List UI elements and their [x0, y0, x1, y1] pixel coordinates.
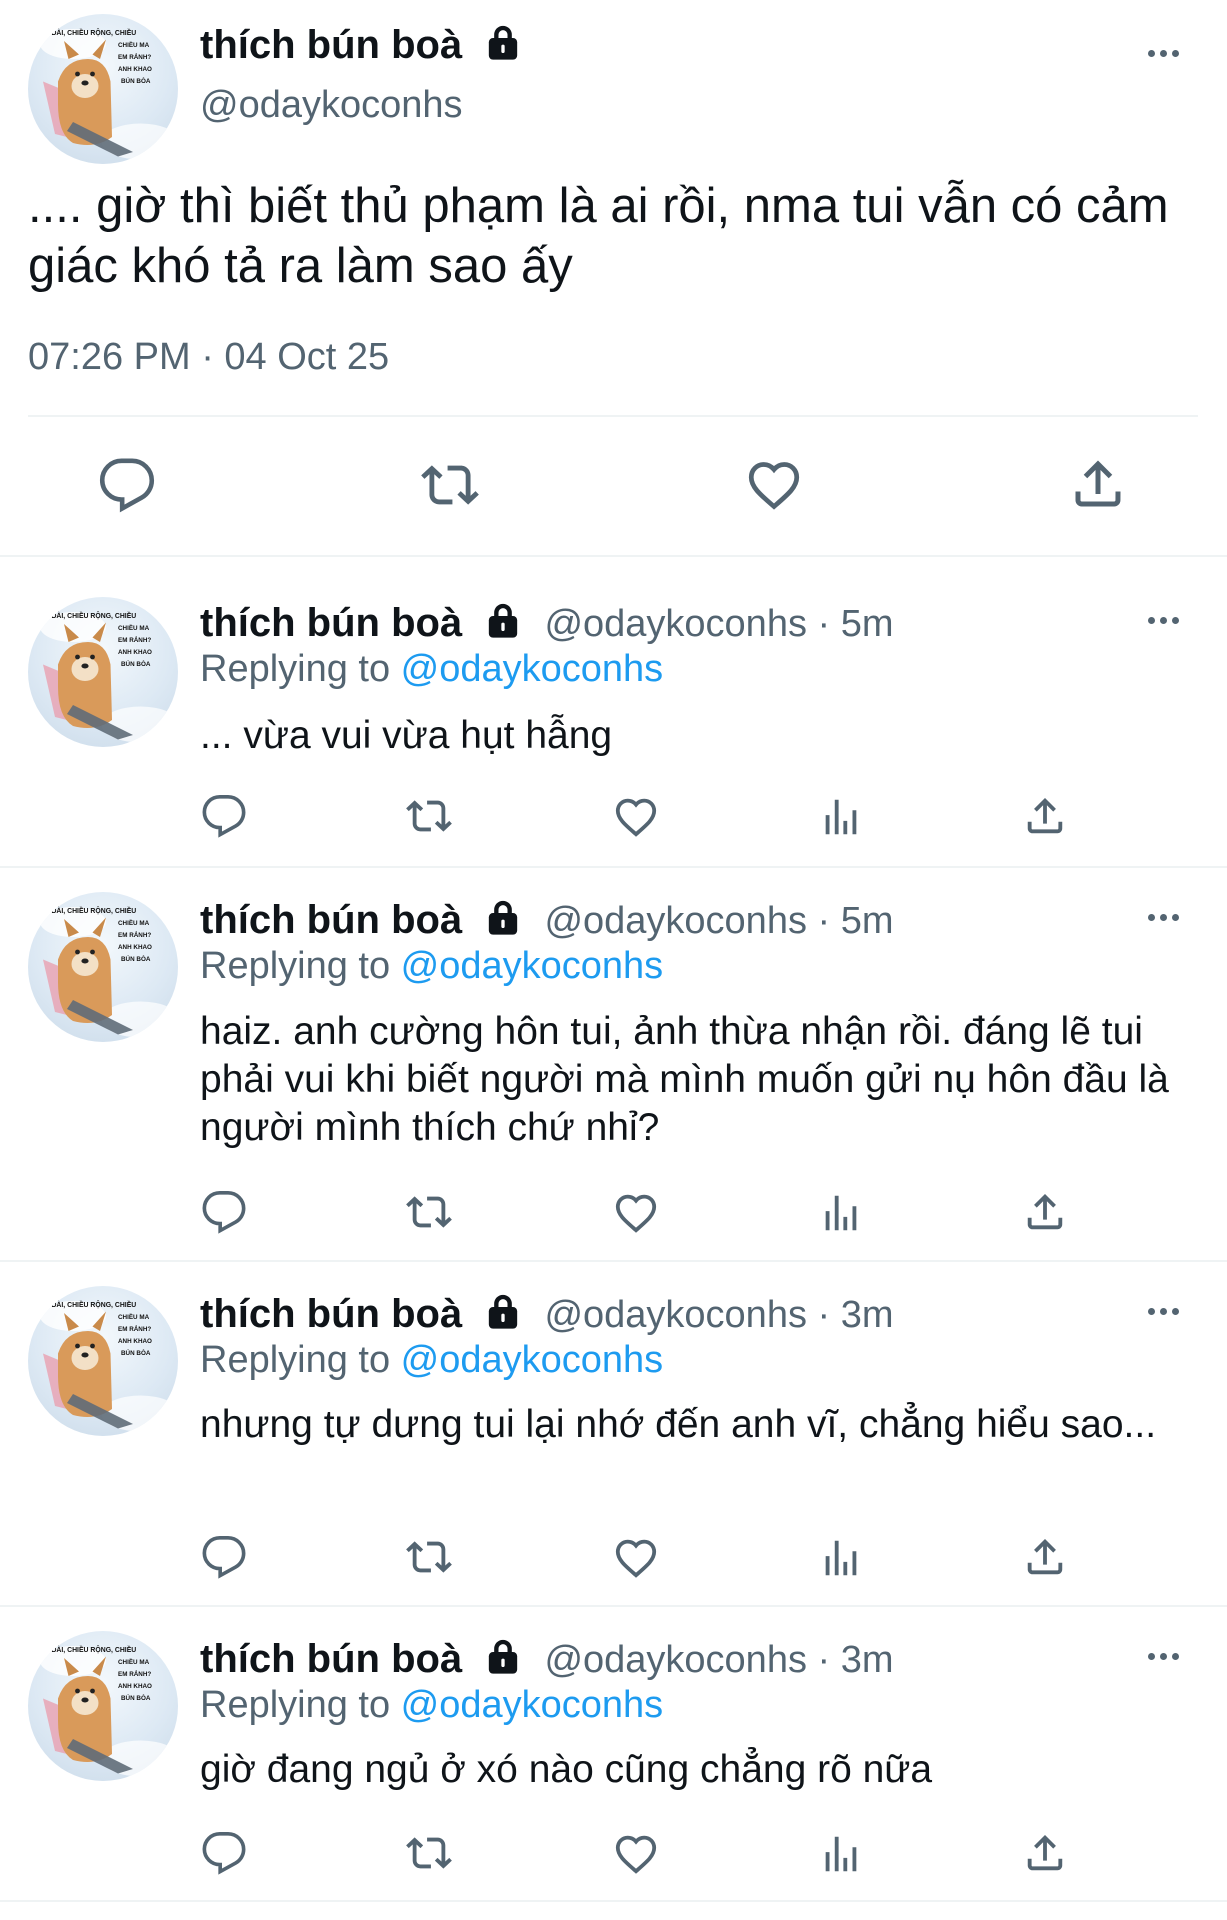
reply-icon [201, 1830, 247, 1876]
replying-to-link[interactable]: @odaykoconhs [401, 945, 664, 987]
like-button[interactable] [744, 455, 804, 515]
heart-icon [612, 1189, 660, 1237]
retweet-icon [403, 1830, 455, 1876]
reply-button[interactable] [201, 1534, 247, 1580]
reply-icon [201, 1189, 247, 1235]
share-button[interactable] [1022, 1189, 1068, 1235]
heart-icon [612, 1534, 660, 1582]
divider [0, 1605, 1227, 1607]
tweet-timestamp[interactable]: 07:26 PM · 04 Oct 25 [28, 334, 389, 380]
heart-icon [744, 455, 804, 515]
handle-time: @odaykoconhs · 3m [544, 1639, 894, 1681]
retweet-button[interactable] [418, 456, 482, 514]
display-name[interactable]: thích bún boà @odaykoconhs · 3m [200, 1289, 894, 1340]
lock-icon [483, 898, 523, 938]
analytics-icon [818, 1190, 864, 1236]
reply-button[interactable] [201, 793, 247, 839]
divider [0, 1260, 1227, 1262]
heart-icon [612, 1830, 660, 1878]
lock-icon [483, 1637, 523, 1677]
handle-time: @odaykoconhs · 5m [544, 603, 894, 645]
like-button[interactable] [612, 1830, 660, 1878]
like-button[interactable] [612, 1189, 660, 1237]
reply-icon [98, 456, 156, 514]
more-icon[interactable] [1148, 50, 1179, 57]
avatar-image [28, 892, 178, 1042]
more-icon[interactable] [1148, 914, 1179, 921]
share-icon [1022, 1189, 1068, 1235]
heart-icon [612, 793, 660, 841]
avatar-image [28, 1631, 178, 1781]
avatar-image [28, 597, 178, 747]
divider [0, 1900, 1227, 1902]
replying-to: Replying to @odaykoconhs [200, 1339, 664, 1381]
avatar-image [28, 14, 178, 164]
replying-to: Replying to @odaykoconhs [200, 1684, 664, 1726]
views-button[interactable] [818, 1535, 864, 1581]
avatar[interactable] [28, 14, 178, 164]
lock-icon [483, 1292, 523, 1332]
avatar-image [28, 1286, 178, 1436]
display-name[interactable]: thích bún boà @odaykoconhs · 3m [200, 1634, 894, 1685]
divider [0, 866, 1227, 868]
share-button[interactable] [1022, 1534, 1068, 1580]
views-button[interactable] [818, 794, 864, 840]
replying-to-link[interactable]: @odaykoconhs [401, 1684, 664, 1726]
reply-icon [201, 1534, 247, 1580]
share-icon [1022, 1830, 1068, 1876]
reply-button[interactable] [98, 456, 156, 514]
share-button[interactable] [1022, 1830, 1068, 1876]
retweet-button[interactable] [403, 793, 455, 839]
display-name[interactable]: thích bún boà @odaykoconhs · 5m [200, 598, 894, 649]
tweet-text: nhưng tự dưng tui lại nhớ đến anh vĩ, ch… [200, 1403, 1157, 1446]
handle-time: @odaykoconhs · 5m [544, 900, 894, 942]
like-button[interactable] [612, 793, 660, 841]
display-name[interactable]: thích bún boà @odaykoconhs · 5m [200, 895, 894, 946]
reply-icon [201, 793, 247, 839]
retweet-icon [403, 1534, 455, 1580]
share-icon [1022, 1534, 1068, 1580]
avatar[interactable] [28, 1631, 178, 1781]
analytics-icon [818, 1535, 864, 1581]
replying-to: Replying to @odaykoconhs [200, 648, 664, 690]
display-name[interactable]: thích bún boà [200, 20, 523, 70]
divider [0, 555, 1227, 557]
more-icon[interactable] [1148, 1653, 1179, 1660]
more-icon[interactable] [1148, 617, 1179, 624]
replying-to-link[interactable]: @odaykoconhs [401, 648, 664, 690]
divider [28, 415, 1198, 417]
retweet-button[interactable] [403, 1534, 455, 1580]
retweet-icon [418, 456, 482, 514]
reply-button[interactable] [201, 1830, 247, 1876]
share-button[interactable] [1022, 793, 1068, 839]
tweet-text: haiz. anh cường hôn tui, ảnh thừa nhận r… [200, 1010, 1180, 1149]
share-button[interactable] [1068, 454, 1128, 514]
avatar[interactable] [28, 892, 178, 1042]
retweet-icon [403, 793, 455, 839]
analytics-icon [818, 794, 864, 840]
handle-time: @odaykoconhs · 3m [544, 1294, 894, 1336]
avatar[interactable] [28, 1286, 178, 1436]
retweet-button[interactable] [403, 1189, 455, 1235]
handle[interactable]: @odaykoconhs [200, 82, 463, 128]
views-button[interactable] [818, 1190, 864, 1236]
tweet-text: giờ đang ngủ ở xó nào cũng chẳng rõ nữa [200, 1748, 933, 1791]
lock-icon [483, 601, 523, 641]
views-button[interactable] [818, 1831, 864, 1877]
retweet-icon [403, 1189, 455, 1235]
reply-button[interactable] [201, 1189, 247, 1235]
retweet-button[interactable] [403, 1830, 455, 1876]
analytics-icon [818, 1831, 864, 1877]
share-icon [1022, 793, 1068, 839]
tweet-text: .... giờ thì biết thủ phạm là ai rồi, nm… [28, 179, 1183, 293]
tweet-text: ... vừa vui vừa hụt hẫng [200, 714, 613, 757]
avatar[interactable] [28, 597, 178, 747]
more-icon[interactable] [1148, 1308, 1179, 1315]
replying-to: Replying to @odaykoconhs [200, 945, 664, 987]
share-icon [1068, 454, 1128, 514]
replying-to-link[interactable]: @odaykoconhs [401, 1339, 664, 1381]
lock-icon [483, 23, 523, 63]
like-button[interactable] [612, 1534, 660, 1582]
